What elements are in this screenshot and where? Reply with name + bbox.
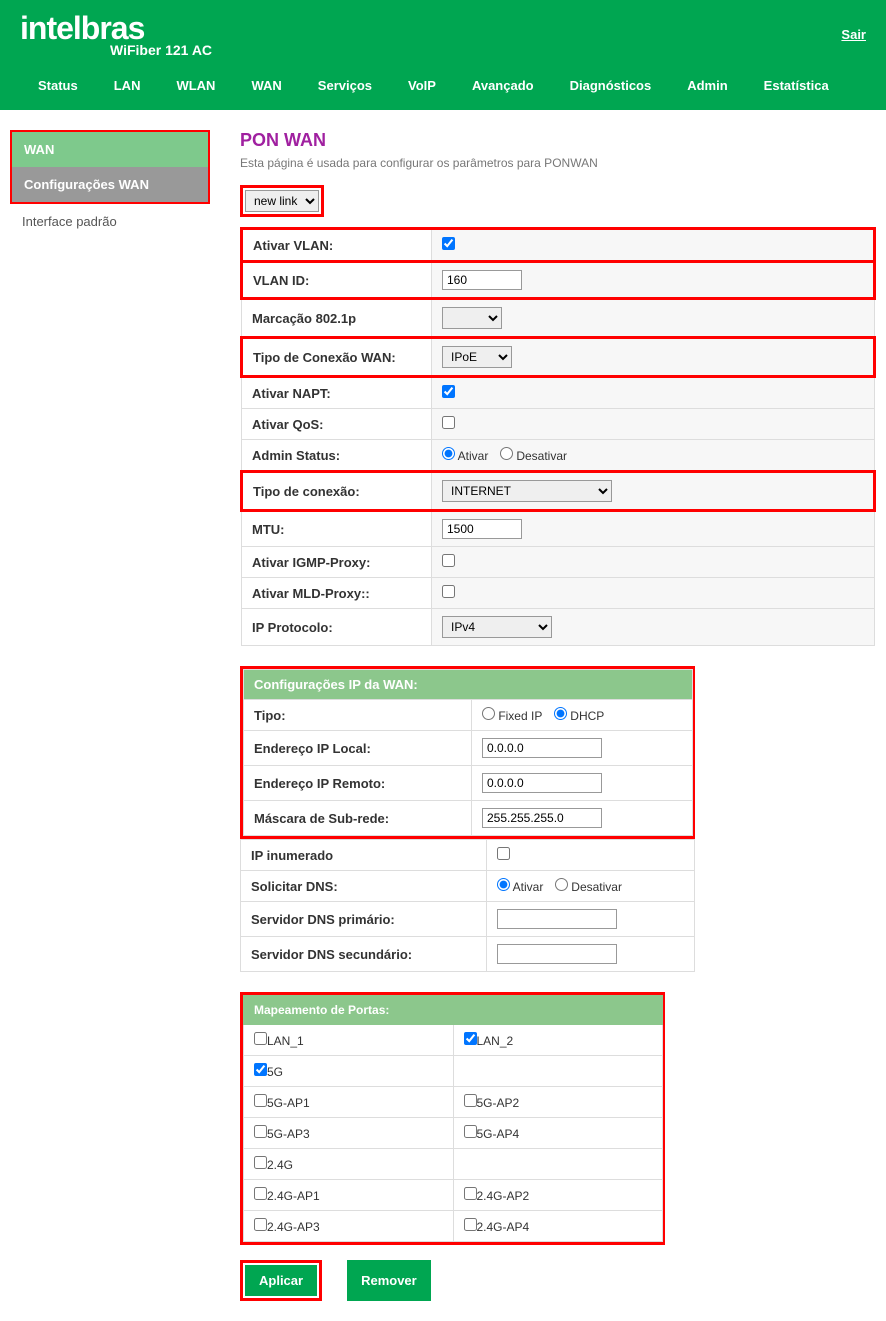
port-2.4G-AP3-checkbox[interactable]	[254, 1218, 267, 1231]
port-label: 2.4G-AP2	[477, 1189, 530, 1203]
label-tipo-conexao: Tipo de conexão:	[242, 472, 432, 511]
fixed-ip-radio[interactable]	[482, 707, 495, 720]
port-2.4G-AP2-checkbox[interactable]	[464, 1187, 477, 1200]
port-label: 5G-AP3	[267, 1127, 310, 1141]
nav-serviços[interactable]: Serviços	[300, 73, 390, 98]
igmp-checkbox[interactable]	[442, 554, 455, 567]
napt-checkbox[interactable]	[442, 385, 455, 398]
dhcp-radio[interactable]	[554, 707, 567, 720]
port-label: 5G-AP4	[477, 1127, 520, 1141]
tipo-wan-select[interactable]: IPoE	[442, 346, 512, 368]
label-dns2: Servidor DNS secundário:	[241, 937, 487, 972]
nav-lan[interactable]: LAN	[96, 73, 159, 98]
label-qos: Ativar QoS:	[242, 409, 432, 440]
port-label: 5G	[267, 1065, 283, 1079]
tipo-conexao-select[interactable]: INTERNET	[442, 480, 612, 502]
nav-avançado[interactable]: Avançado	[454, 73, 552, 98]
sidebar-item-config-wan[interactable]: Configurações WAN	[12, 167, 208, 202]
port-label: 2.4G-AP1	[267, 1189, 320, 1203]
label-dns-req: Solicitar DNS:	[241, 871, 487, 902]
ip-inum-checkbox[interactable]	[497, 847, 510, 860]
main-nav: StatusLANWLANWANServiçosVoIPAvançadoDiag…	[20, 73, 866, 110]
port-LAN_2-checkbox[interactable]	[464, 1032, 477, 1045]
remote-ip-input[interactable]	[482, 773, 602, 793]
label-remote-ip: Endereço IP Remoto:	[244, 766, 472, 801]
page-desc: Esta página é usada para configurar os p…	[240, 156, 876, 170]
port-label: 2.4G	[267, 1158, 293, 1172]
label-mask: Máscara de Sub-rede:	[244, 801, 472, 836]
label-igmp: Ativar IGMP-Proxy:	[242, 547, 432, 578]
model-subtitle: WiFiber 121 AC	[110, 42, 212, 58]
port-label: 2.4G-AP3	[267, 1220, 320, 1234]
sidebar: WAN Configurações WAN Interface padrão	[10, 130, 210, 1301]
port-label: LAN_2	[477, 1034, 514, 1048]
port-5G-AP1-checkbox[interactable]	[254, 1094, 267, 1107]
label-local-ip: Endereço IP Local:	[244, 731, 472, 766]
qos-checkbox[interactable]	[442, 416, 455, 429]
vlan-id-input[interactable]	[442, 270, 522, 290]
mask-input[interactable]	[482, 808, 602, 828]
sidebar-section-wan[interactable]: WAN	[12, 132, 208, 167]
label-tipo-wan: Tipo de Conexão WAN:	[242, 338, 432, 377]
marcacao-select[interactable]	[442, 307, 502, 329]
label-napt: Ativar NAPT:	[242, 377, 432, 409]
label-ip-proto: IP Protocolo:	[242, 609, 432, 646]
dns1-input[interactable]	[497, 909, 617, 929]
mld-checkbox[interactable]	[442, 585, 455, 598]
label-ativar-vlan: Ativar VLAN:	[242, 229, 432, 262]
label-mld: Ativar MLD-Proxy::	[242, 578, 432, 609]
port-2.4G-checkbox[interactable]	[254, 1156, 267, 1169]
admin-desativar-radio[interactable]	[500, 447, 513, 460]
port-2.4G-AP1-checkbox[interactable]	[254, 1187, 267, 1200]
sidebar-item-interface[interactable]: Interface padrão	[10, 204, 210, 239]
nav-diagnósticos[interactable]: Diagnósticos	[552, 73, 670, 98]
port-5G-AP3-checkbox[interactable]	[254, 1125, 267, 1138]
ipwan-header: Configurações IP da WAN:	[244, 670, 693, 700]
port-5G-checkbox[interactable]	[254, 1063, 267, 1076]
label-dns1: Servidor DNS primário:	[241, 902, 487, 937]
exit-link[interactable]: Sair	[841, 27, 866, 42]
link-select[interactable]: new link	[245, 190, 319, 212]
port-LAN_1-checkbox[interactable]	[254, 1032, 267, 1045]
port-label: 2.4G-AP4	[477, 1220, 530, 1234]
port-label: 5G-AP2	[477, 1096, 520, 1110]
nav-estatística[interactable]: Estatística	[746, 73, 847, 98]
nav-wlan[interactable]: WLAN	[158, 73, 233, 98]
local-ip-input[interactable]	[482, 738, 602, 758]
mtu-input[interactable]	[442, 519, 522, 539]
label-mtu: MTU:	[242, 511, 432, 547]
dns2-input[interactable]	[497, 944, 617, 964]
page-title: PON WAN	[240, 130, 876, 151]
label-vlan-id: VLAN ID:	[242, 262, 432, 299]
dns-desativar-radio[interactable]	[555, 878, 568, 891]
label-tipo-ip: Tipo:	[244, 700, 472, 731]
nav-voip[interactable]: VoIP	[390, 73, 454, 98]
port-5G-AP4-checkbox[interactable]	[464, 1125, 477, 1138]
dns-ativar-radio[interactable]	[497, 878, 510, 891]
label-ip-inum: IP inumerado	[241, 840, 487, 871]
nav-status[interactable]: Status	[20, 73, 96, 98]
port-5G-AP2-checkbox[interactable]	[464, 1094, 477, 1107]
ports-header: Mapeamento de Portas:	[244, 996, 663, 1025]
admin-ativar-radio[interactable]	[442, 447, 455, 460]
remove-button[interactable]: Remover	[347, 1260, 431, 1301]
apply-button[interactable]: Aplicar	[245, 1265, 317, 1296]
nav-wan[interactable]: WAN	[233, 73, 299, 98]
nav-admin[interactable]: Admin	[669, 73, 745, 98]
label-admin-status: Admin Status:	[242, 440, 432, 472]
port-label: LAN_1	[267, 1034, 304, 1048]
port-2.4G-AP4-checkbox[interactable]	[464, 1218, 477, 1231]
port-label: 5G-AP1	[267, 1096, 310, 1110]
ativar-vlan-checkbox[interactable]	[442, 237, 455, 250]
ip-proto-select[interactable]: IPv4	[442, 616, 552, 638]
label-marcacao: Marcação 802.1p	[242, 299, 432, 338]
